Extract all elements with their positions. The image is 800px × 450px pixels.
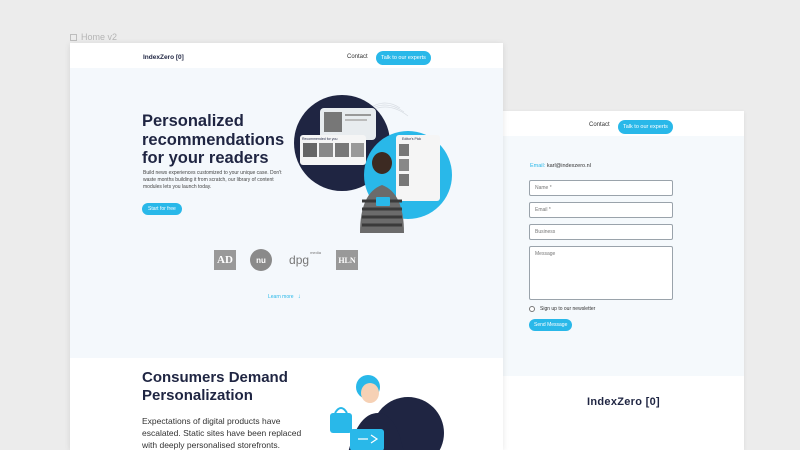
frame-icon xyxy=(70,33,77,41)
learn-more-label: Learn more xyxy=(268,294,294,300)
brand-logo-nu: nu xyxy=(250,249,272,271)
business-field[interactable]: Business xyxy=(529,224,673,240)
nav-contact-link[interactable]: Contact xyxy=(589,122,610,128)
email-value[interactable]: karl@indexzero.nl xyxy=(547,163,591,169)
rec-for-you-label: Recommended for you xyxy=(302,137,337,141)
home-page: IndexZero [0] Contact Talk to our expert… xyxy=(70,43,503,450)
radio-icon[interactable] xyxy=(529,306,535,312)
newsletter-label: Sign up to our newsletter xyxy=(540,306,596,312)
message-field[interactable]: Message xyxy=(529,246,673,300)
talk-to-experts-button[interactable]: Talk to our experts xyxy=(618,120,673,134)
message-placeholder: Message xyxy=(535,251,556,257)
contact-page: Contact Talk to our experts Email: karl@… xyxy=(503,111,744,450)
newsletter-option[interactable]: Sign up to our newsletter xyxy=(529,306,595,312)
brand-nu-text: nu xyxy=(256,255,266,265)
bag-shape xyxy=(330,413,352,433)
frame-label: Home v2 xyxy=(70,32,117,42)
section-title: Consumers Demand Personalization xyxy=(142,369,288,404)
talk-to-experts-button[interactable]: Talk to our experts xyxy=(376,51,431,65)
brand-logo-dpg: dpg media xyxy=(287,250,323,270)
shopping-illustration xyxy=(330,375,444,450)
nav-contact-link[interactable]: Contact xyxy=(347,54,368,60)
hero-description: Build news experiences customized to you… xyxy=(143,170,282,190)
hero-illustration: Recommended for you Editor's Pick xyxy=(294,95,452,233)
send-message-button[interactable]: Send Message xyxy=(529,319,573,331)
brand-dpg-sub: media xyxy=(310,250,321,255)
brand-dpg-text: dpg xyxy=(289,253,310,267)
brand-logo-ad: AD xyxy=(214,250,236,270)
main-nav: IndexZero [0] Contact Talk to our expert… xyxy=(70,51,503,65)
email-label: Email: xyxy=(530,163,546,169)
frame-label-text: Home v2 xyxy=(81,32,118,42)
email-placeholder: Email * xyxy=(535,207,551,213)
brand-logo-hln: HLN xyxy=(336,250,358,270)
arrow-down-icon: ↓ xyxy=(297,294,301,300)
section-description: Expectations of digital products have es… xyxy=(142,416,302,450)
name-placeholder: Name * xyxy=(535,185,552,191)
editors-pick-label: Editor's Pick xyxy=(402,137,421,141)
logo[interactable]: IndexZero [0] xyxy=(143,54,184,61)
learn-more-link[interactable]: Learn more ↓ xyxy=(268,294,301,300)
email-line: Email: karl@indexzero.nl xyxy=(530,163,591,169)
email-field[interactable]: Email * xyxy=(529,202,673,218)
hero-title: Personalized recommendations for your re… xyxy=(142,112,285,167)
contact-page-nav: Contact Talk to our experts xyxy=(503,120,744,134)
start-for-free-button[interactable]: Start for free xyxy=(142,203,182,215)
name-field[interactable]: Name * xyxy=(529,180,673,196)
footer-logo: IndexZero [0] xyxy=(587,396,660,408)
business-placeholder: Business xyxy=(535,229,556,235)
